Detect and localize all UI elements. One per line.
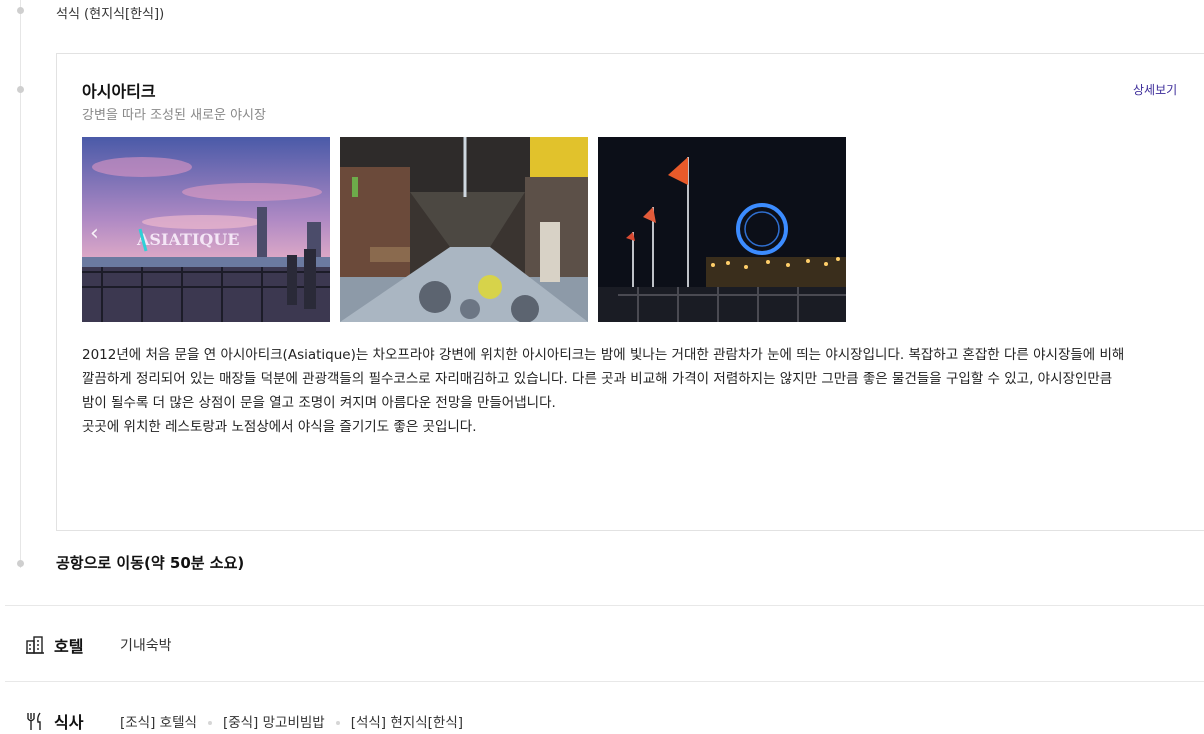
- timeline-dot: [17, 7, 24, 14]
- ferris-wheel-night-photo[interactable]: [598, 137, 846, 322]
- timeline-dot: [17, 86, 24, 93]
- attraction-subtitle: 강변을 따라 조성된 새로운 야시장: [82, 108, 266, 123]
- attraction-description: 2012년에 처음 문을 연 아시아티크(Asiatique)는 차오프라야 강…: [82, 343, 1192, 439]
- description-line: 2012년에 처음 문을 연 아시아티크(Asiatique)는 차오프라야 강…: [82, 347, 1125, 363]
- attraction-card: 아시아티크 강변을 따라 조성된 새로운 야시장 상세보기 ASIATIQUE …: [56, 53, 1204, 531]
- description-line: 곳곳에 위치한 레스토랑과 노점상에서 야식을 즐기기도 좋은 곳입니다.: [82, 419, 477, 435]
- meal-breakfast: [조식] 호텔식: [120, 715, 197, 731]
- meals-label: 식사: [54, 713, 84, 732]
- chevron-left-icon[interactable]: ‹: [90, 221, 99, 246]
- meals-list: [조식] 호텔식 [중식] 망고비빔밥 [석식] 현지식[한식]: [120, 711, 463, 731]
- svg-text:ASIATIQUE: ASIATIQUE: [136, 230, 239, 249]
- hotel-row: 호텔 기내숙박: [24, 633, 172, 657]
- separator-dot: [207, 721, 212, 725]
- hotel-value: 기내숙박: [120, 638, 172, 654]
- meal-lunch: [중식] 망고비빔밥: [222, 715, 325, 731]
- hotel-label: 호텔: [54, 637, 84, 656]
- building-icon: [24, 634, 46, 656]
- meal-dinner: [석식] 현지식[한식]: [350, 715, 464, 731]
- market-walkway-photo[interactable]: [340, 137, 588, 322]
- fork-knife-icon: [24, 710, 46, 732]
- meals-row: 식사 [조식] 호텔식 [중식] 망고비빔밥 [석식] 현지식[한식]: [24, 709, 463, 733]
- separator-dot: [335, 721, 340, 725]
- asiatique-riverside-sign-photo[interactable]: ASIATIQUE ‹: [82, 137, 330, 322]
- detail-link[interactable]: 상세보기: [1133, 81, 1177, 98]
- attraction-title: 아시아티크: [82, 82, 156, 101]
- description-line: 깔끔하게 정리되어 있는 매장들 덕분에 관광객들의 필수코스로 자리매김하고 …: [82, 371, 1113, 387]
- divider: [5, 605, 1204, 606]
- dinner-note: 석식 (현지식[한식]): [56, 7, 165, 22]
- divider: [5, 681, 1204, 682]
- transfer-step: 공항으로 이동(약 50분 소요): [56, 554, 245, 572]
- photo-gallery: ASIATIQUE ‹: [82, 137, 846, 322]
- timeline-dot: [17, 560, 24, 567]
- description-line: 밤이 될수록 더 많은 상점이 문을 열고 조명이 켜지며 아름다운 전망을 만…: [82, 395, 556, 411]
